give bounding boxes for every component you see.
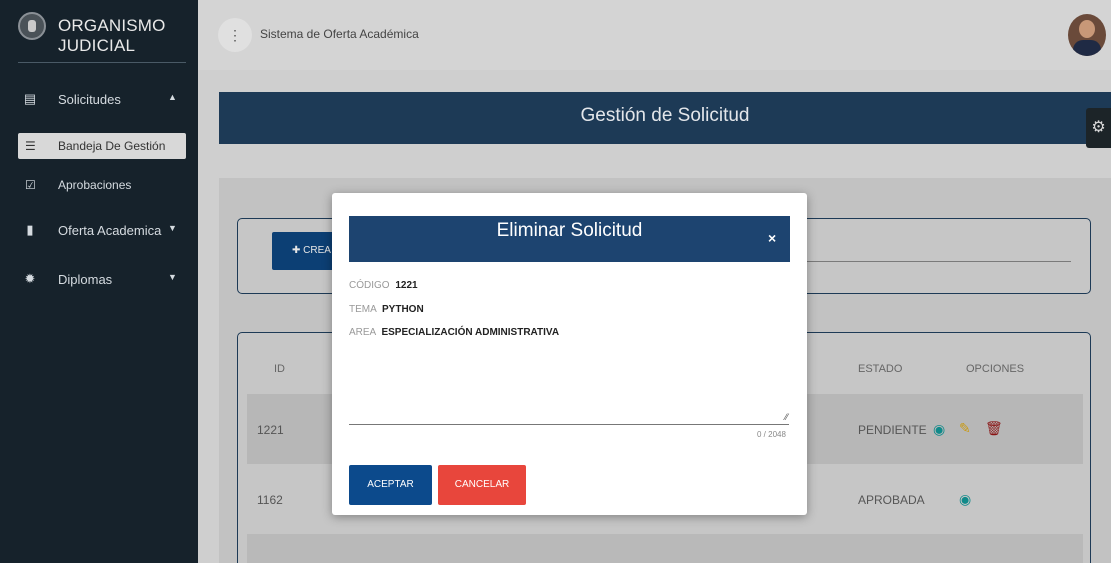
- field-codigo: CÓDIGO 1221: [349, 280, 418, 291]
- dialog-title: Eliminar Solicitud: [496, 220, 643, 241]
- topbar: ⋮ Sistema de Oferta Académica: [198, 0, 1111, 70]
- sidebar-item-label: Bandeja De Gestión: [58, 139, 166, 153]
- brand-title: ORGANISMO JUDICIAL: [58, 16, 166, 55]
- cell-estado: PENDIENTE: [858, 423, 927, 437]
- cell-id: 1221: [257, 423, 284, 437]
- close-icon[interactable]: ×: [768, 230, 776, 246]
- field-label: CÓDIGO: [349, 280, 390, 291]
- bullet-list-icon: ☰: [25, 139, 36, 153]
- trash-icon[interactable]: 🗑: [985, 420, 1003, 437]
- resize-handle-icon[interactable]: ⁄⁄: [785, 412, 788, 422]
- edit-icon[interactable]: ✎: [959, 420, 971, 437]
- field-value: ESPECIALIZACIÓN ADMINISTRATIVA: [381, 327, 560, 338]
- caret-down-icon: ▼: [168, 272, 177, 282]
- brand: ORGANISMO JUDICIAL: [0, 0, 198, 70]
- field-label: AREA: [349, 327, 376, 338]
- sidebar-item-label: Oferta Academica: [58, 223, 162, 238]
- sidebar-item-label: Solicitudes: [58, 92, 121, 107]
- cell-id: 1162: [257, 493, 283, 507]
- sidebar-item-solicitudes[interactable]: ▤ Solicitudes ▲: [0, 88, 198, 114]
- vertical-dots-icon[interactable]: ⋮: [218, 18, 252, 52]
- avatar[interactable]: [1068, 14, 1106, 56]
- gear-icon[interactable]: ⚙: [1086, 108, 1111, 148]
- sidebar: ORGANISMO JUDICIAL ▤ Solicitudes ▲ ☰ Ban…: [0, 0, 198, 563]
- sidebar-item-oferta[interactable]: ▮ Oferta Academica ▼: [0, 219, 198, 245]
- cancel-button[interactable]: CANCELAR: [438, 465, 526, 505]
- cell-estado: APROBADA: [858, 493, 925, 507]
- list-icon: ▤: [23, 91, 37, 106]
- dialog-header: Eliminar Solicitud ×: [349, 216, 790, 262]
- sidebar-item-bandeja[interactable]: ☰ Bandeja De Gestión: [18, 133, 186, 159]
- accept-button[interactable]: ACEPTAR: [349, 465, 432, 505]
- char-counter: 0 / 2048: [757, 430, 786, 439]
- caret-up-icon: ▲: [168, 92, 177, 102]
- table-row: [247, 534, 1083, 563]
- search-input[interactable]: [805, 261, 1071, 262]
- create-button-label: CREA: [303, 245, 331, 256]
- column-header-opciones: OPCIONES: [966, 363, 1025, 375]
- field-label: TEMA: [349, 304, 377, 315]
- delete-dialog: Eliminar Solicitud × CÓDIGO 1221 TEMA PY…: [332, 193, 807, 515]
- plus-icon: ✚: [292, 245, 304, 256]
- column-header-estado: ESTADO: [858, 363, 903, 375]
- sidebar-item-aprobaciones[interactable]: ☑ Aprobaciones: [18, 172, 186, 198]
- field-tema: TEMA PYTHON: [349, 304, 424, 315]
- page-header: Gestión de Solicitud: [219, 92, 1111, 144]
- organismo-logo-icon: [18, 12, 46, 40]
- view-icon[interactable]: ◉: [933, 421, 945, 438]
- caret-down-icon: ▼: [168, 223, 177, 233]
- page-title: Gestión de Solicitud: [580, 105, 750, 126]
- divider: [18, 62, 186, 63]
- sidebar-item-label: Aprobaciones: [58, 178, 132, 192]
- field-area: AREA ESPECIALIZACIÓN ADMINISTRATIVA: [349, 327, 559, 338]
- field-value: 1221: [395, 280, 418, 291]
- app-title: Sistema de Oferta Académica: [260, 27, 419, 41]
- view-icon[interactable]: ◉: [959, 491, 971, 508]
- checkbox-icon: ☑: [25, 178, 36, 192]
- field-value: PYTHON: [382, 304, 424, 315]
- seal-icon: ✹: [24, 271, 36, 286]
- column-header-id: ID: [274, 363, 285, 375]
- sidebar-item-label: Diplomas: [58, 272, 113, 287]
- book-icon: ▮: [26, 222, 34, 237]
- reason-textarea[interactable]: [349, 424, 789, 425]
- sidebar-item-diplomas[interactable]: ✹ Diplomas ▼: [0, 268, 198, 294]
